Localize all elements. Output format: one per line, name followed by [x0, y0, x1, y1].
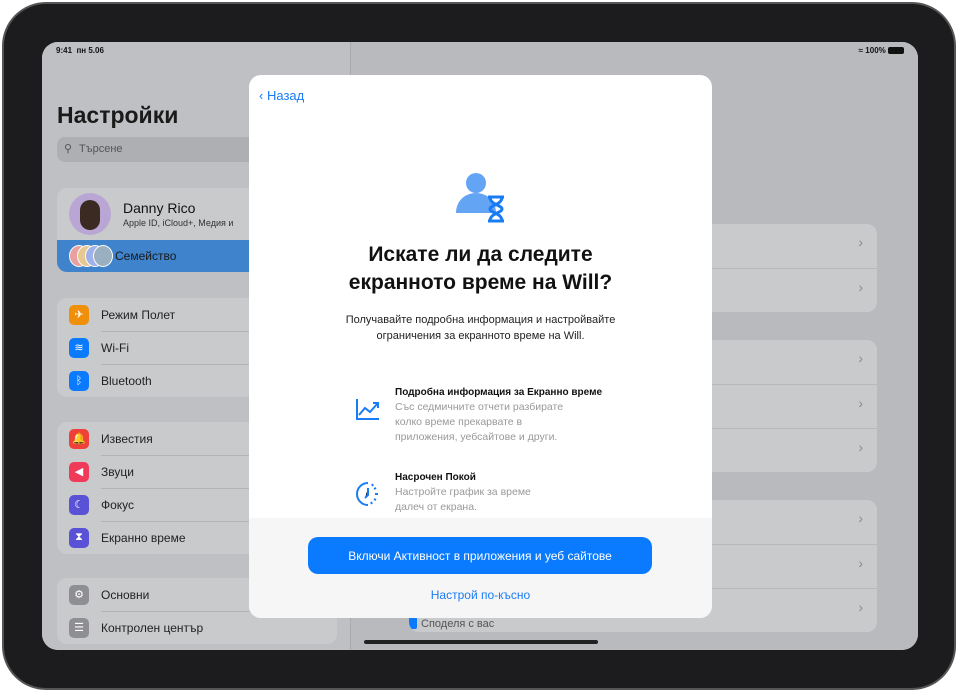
chevron-left-icon: ‹ — [259, 88, 264, 103]
sidebar-item-label: Звуци — [101, 464, 134, 479]
speaker-icon: ◀ — [69, 461, 89, 482]
status-battery: ≈ 100% — [859, 46, 904, 55]
search-icon: ⚲ — [64, 143, 73, 155]
screen: Настройки ⚲ Търсене Danny Rico Apple ID, i… — [42, 42, 918, 650]
hourglass-icon: ⧗ — [69, 527, 89, 548]
wifi-icon: ≋ — [69, 337, 89, 358]
downtime-icon — [356, 482, 378, 506]
sidebar-item-label: Основни — [101, 587, 150, 602]
sidebar-item-label: Фокус — [101, 497, 135, 512]
profile-name: Danny Rico — [123, 200, 196, 216]
moon-icon: ☾ — [69, 494, 89, 515]
feature-downtime: Насрочен Покой Настройте график за време… — [354, 470, 644, 515]
sidebar-item-label: Известия — [101, 431, 153, 446]
battery-icon — [888, 47, 904, 55]
page-title: Настройки — [57, 102, 179, 128]
sheet-description: Получавайте подробна информация и настро… — [345, 314, 616, 342]
shared-with-you-label: Споделя с вас — [421, 618, 495, 630]
sheet-title: Искате ли да следите екранното време на W… — [348, 243, 613, 294]
sidebar-item-label: Wi-Fi — [101, 340, 129, 355]
bell-icon: 🔔 — [69, 428, 89, 449]
gear-icon: ⚙ — [69, 584, 89, 605]
wifi-icon: ≈ — [858, 46, 864, 55]
person-hourglass-icon — [456, 173, 504, 223]
bluetooth-icon: ᛒ — [69, 370, 89, 391]
airplane-icon: ✈ — [69, 304, 89, 325]
home-indicator[interactable] — [364, 640, 598, 644]
enable-activity-button[interactable]: Включи Активност в приложения и уеб сайт… — [308, 537, 652, 574]
sidebar-item-label: Bluetooth — [101, 373, 152, 388]
set-up-later-button[interactable]: Настрой по-късно — [249, 588, 712, 602]
sidebar-item-label: Екранно време — [101, 530, 186, 545]
shared-with-you-icon — [409, 617, 417, 629]
avatar — [69, 193, 111, 235]
search-placeholder: Търсене — [79, 143, 123, 155]
feature-reports: Подробна информация за Екранно време Със… — [354, 385, 644, 445]
status-time: 9:41 пн 5.06 — [56, 46, 104, 55]
back-button[interactable]: ‹ Назад — [259, 88, 304, 103]
profile-subtitle: Apple ID, iCloud+, Медия и — [123, 218, 234, 228]
sidebar-item-label: Семейство — [115, 249, 177, 263]
family-avatars — [69, 245, 113, 267]
screen-time-sheet: ‹ Назад Искате ли да следите екранното вр… — [249, 75, 712, 618]
switches-icon: ☰ — [69, 617, 89, 638]
sidebar-item-label: Режим Полет — [101, 307, 176, 322]
chart-icon — [356, 399, 379, 420]
sidebar-item-label: Контролен център — [101, 620, 204, 635]
sheet-footer: Включи Активност в приложения и уеб сайт… — [249, 518, 712, 618]
